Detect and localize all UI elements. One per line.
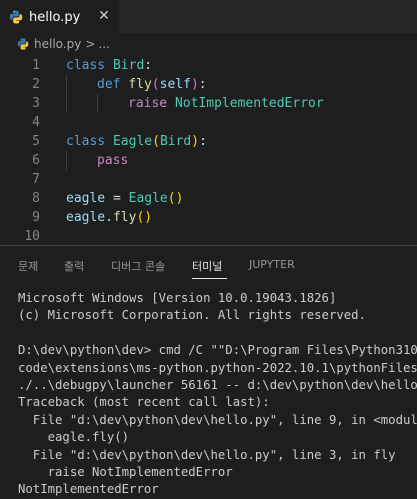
- code-token: eagle: [66, 191, 106, 206]
- code-token: fly: [112, 210, 137, 225]
- terminal-line: File "d:\dev\python\dev\hello.py", line …: [18, 447, 396, 462]
- code-token: Eagle: [128, 191, 168, 206]
- line-number: 2: [32, 77, 40, 92]
- close-icon[interactable]: ✕: [96, 8, 112, 24]
- code-token: .: [105, 210, 113, 225]
- code-line[interactable]: 9 eagle.fly(): [0, 208, 417, 227]
- code-token: (): [136, 210, 153, 225]
- bottom-panel: 문제 출력 디버그 콘솔 터미널 JUPYTER Microsoft Windo…: [0, 245, 417, 496]
- tab-jupyter[interactable]: JUPYTER: [249, 258, 295, 271]
- code-text: raise NotImplementedError: [128, 94, 324, 113]
- code-line[interactable]: 2 def fly(self):: [0, 75, 417, 94]
- code-token: Eagle: [112, 134, 153, 149]
- line-number: 4: [32, 115, 40, 130]
- terminal-line: D:\dev\python\dev> cmd /C ""D:\Program F…: [18, 343, 417, 358]
- code-line[interactable]: 10: [0, 227, 417, 246]
- code-token: class: [66, 58, 113, 73]
- tab-debug-console[interactable]: 디버그 콘솔: [111, 258, 165, 274]
- code-token: class: [66, 134, 113, 149]
- code-token: ): [191, 134, 200, 149]
- line-number: 8: [32, 191, 40, 206]
- code-token: (: [152, 134, 160, 149]
- code-token: self: [159, 77, 191, 92]
- indent-guide: [66, 75, 67, 94]
- code-line[interactable]: 6 pass: [0, 151, 417, 170]
- terminal-output[interactable]: Microsoft Windows [Version 10.0.19043.18…: [18, 290, 417, 499]
- code-text: eagle = Eagle(): [66, 189, 183, 208]
- code-text: def fly(self):: [97, 75, 207, 94]
- python-file-icon: [17, 38, 29, 50]
- terminal-line: (c) Microsoft Corporation. All rights re…: [18, 308, 366, 323]
- code-line[interactable]: 3 raise NotImplementedError: [0, 94, 417, 113]
- code-text: class Eagle(Bird):: [66, 132, 207, 151]
- code-token: NotImplementedError: [174, 96, 324, 111]
- indent-guide: [97, 94, 98, 113]
- code-editor[interactable]: 1 class Bird: 2 def fly(self): 3 raise NotImp…: [0, 55, 417, 245]
- code-token: :: [144, 58, 153, 73]
- code-line[interactable]: 5 class Eagle(Bird):: [0, 132, 417, 151]
- code-token: ): [190, 77, 199, 92]
- line-number: 9: [32, 210, 40, 225]
- line-number: 3: [32, 96, 40, 111]
- code-token: eagle: [66, 210, 106, 225]
- terminal-line: File "d:\dev\python\dev\hello.py", line …: [18, 412, 417, 427]
- code-token: def: [97, 77, 129, 92]
- code-token: :: [198, 77, 207, 92]
- terminal-line: eagle.fly(): [18, 430, 130, 445]
- active-tab-indicator: [192, 278, 227, 279]
- editor-tab-bar: hello.py ✕: [0, 0, 417, 33]
- terminal-line: code\extensions\ms-python.python-2022.10…: [18, 360, 417, 375]
- breadcrumb: hello.py > ...: [0, 33, 417, 55]
- code-line[interactable]: 8 eagle = Eagle(): [0, 189, 417, 208]
- code-token: (: [151, 77, 160, 92]
- code-token: :: [199, 134, 207, 149]
- line-number: 10: [24, 229, 40, 244]
- terminal-line: Microsoft Windows [Version 10.0.19043.18…: [18, 291, 337, 305]
- indent-guide: [66, 94, 67, 113]
- code-token: =: [105, 191, 129, 206]
- line-number: 7: [32, 172, 40, 187]
- code-text: pass: [97, 151, 128, 170]
- line-number: 5: [32, 134, 40, 149]
- breadcrumb-more[interactable]: ...: [98, 37, 109, 51]
- code-line[interactable]: 7: [0, 170, 417, 189]
- line-number: 1: [32, 58, 40, 73]
- panel-tabs: 문제 출력 디버그 콘솔 터미널 JUPYTER: [0, 246, 417, 284]
- terminal-line: NotImplementedError: [18, 482, 159, 497]
- code-token: pass: [97, 153, 129, 168]
- code-line[interactable]: 4: [0, 113, 417, 132]
- line-number: 6: [32, 153, 40, 168]
- code-token: Bird: [112, 58, 145, 73]
- python-file-icon: [9, 10, 23, 24]
- code-token: raise: [128, 96, 175, 111]
- terminal-line: raise NotImplementedError: [18, 464, 233, 479]
- code-token: (): [167, 191, 184, 206]
- code-text: class Bird:: [66, 56, 152, 75]
- tab-problems[interactable]: 문제: [18, 258, 38, 274]
- tab-output[interactable]: 출력: [64, 258, 84, 274]
- chevron-right-icon: >: [85, 37, 96, 51]
- tab-terminal[interactable]: 터미널: [192, 258, 222, 274]
- indent-guide: [66, 151, 67, 170]
- breadcrumb-file[interactable]: hello.py: [34, 37, 81, 51]
- terminal-line: ./..\debugpy\launcher 56161 -- d:\dev\py…: [18, 377, 417, 392]
- code-token: Bird: [159, 134, 192, 149]
- code-line[interactable]: 1 class Bird:: [0, 56, 417, 75]
- tab-label: hello.py: [29, 9, 81, 25]
- terminal-line: Traceback (most recent call last):: [18, 395, 270, 410]
- tab-hello-py[interactable]: hello.py ✕: [0, 0, 118, 33]
- code-token: fly: [128, 77, 152, 92]
- code-text: eagle.fly(): [66, 208, 152, 227]
